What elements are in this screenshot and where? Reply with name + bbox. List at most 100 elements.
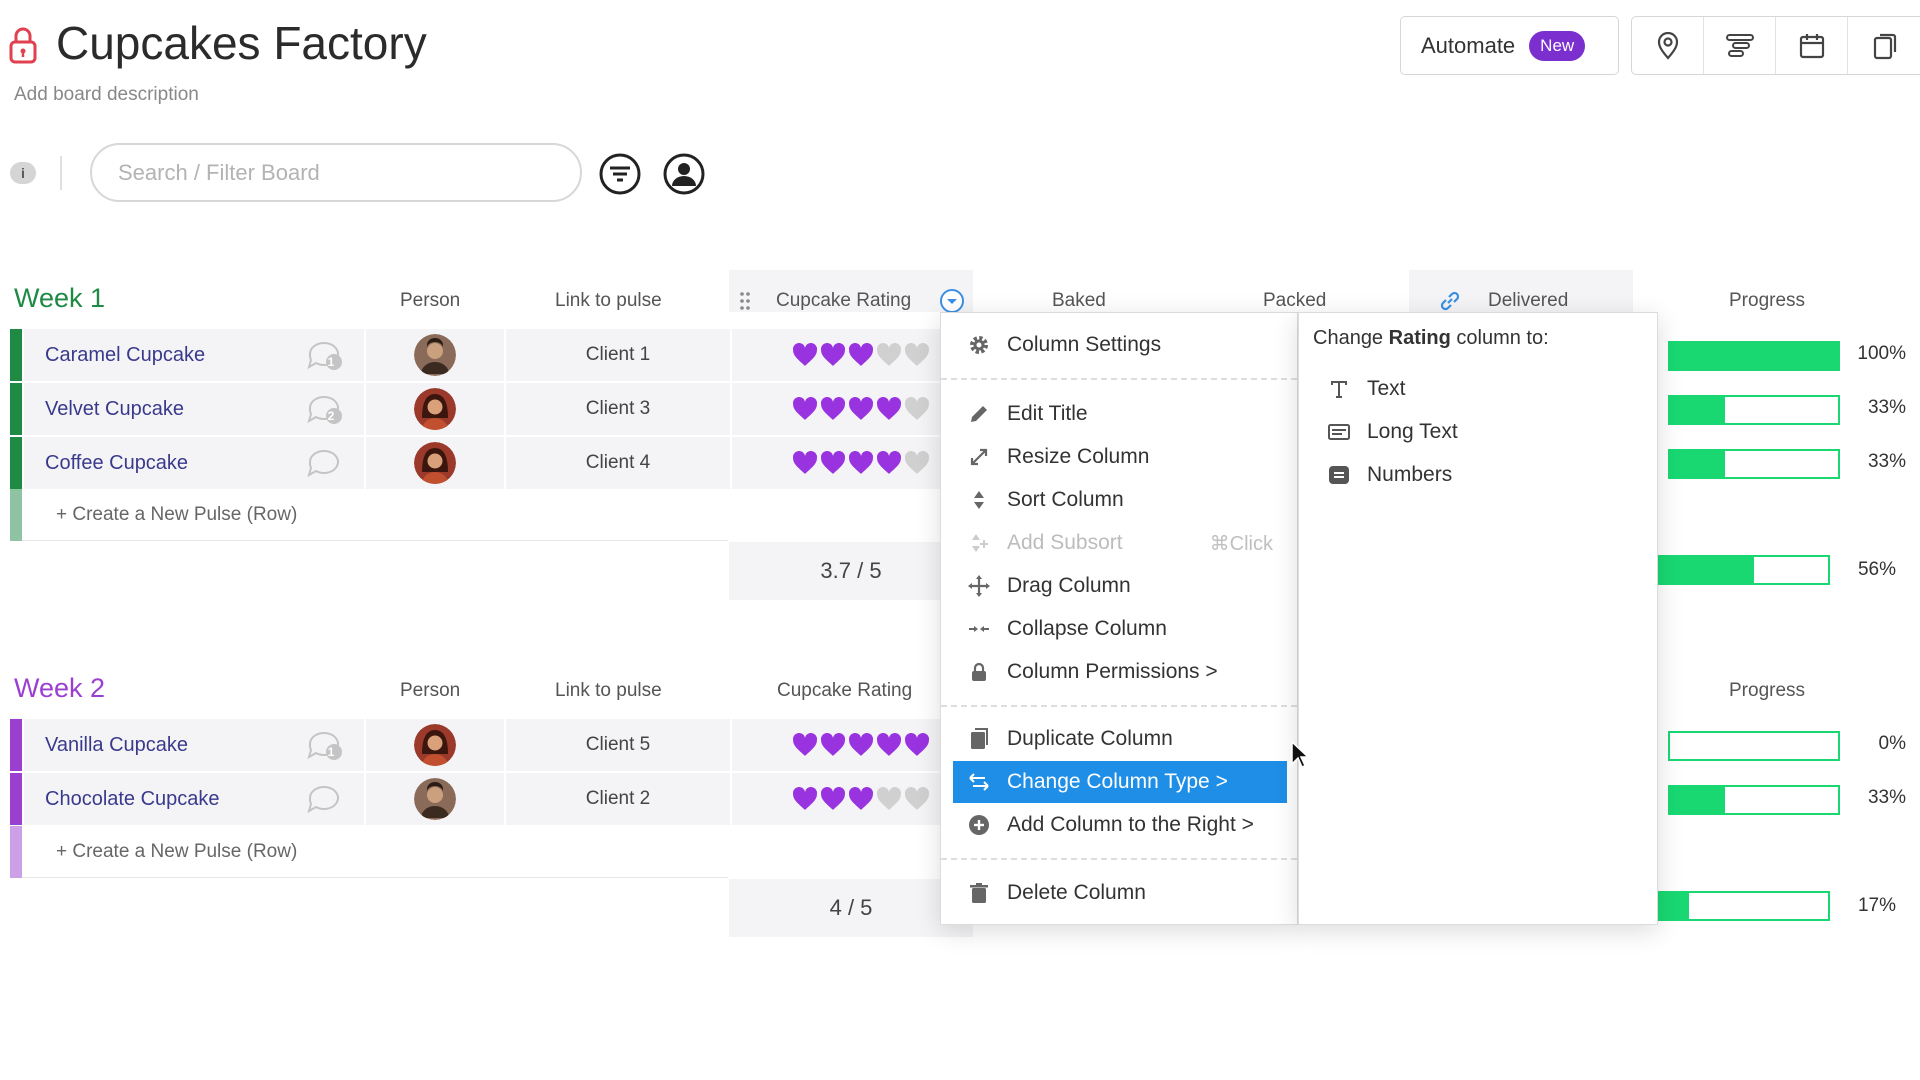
heart-icon[interactable] <box>904 397 930 421</box>
person-cell[interactable] <box>366 329 504 381</box>
pulse-name-cell[interactable]: Velvet Cupcake 2 <box>24 383 364 435</box>
pulse-name-cell[interactable]: Vanilla Cupcake 1 <box>24 719 364 771</box>
create-pulse-row[interactable]: + Create a New Pulse (Row) <box>10 489 730 541</box>
heart-icon[interactable] <box>848 397 874 421</box>
column-header-person[interactable]: Person <box>400 680 460 702</box>
person-cell[interactable] <box>366 437 504 489</box>
updates-bubble-icon[interactable] <box>304 446 344 480</box>
column-header-delivered[interactable]: Delivered <box>1488 290 1568 312</box>
menu-item-resize-column[interactable]: Resize Column <box>953 436 1287 478</box>
board-title[interactable]: Cupcakes Factory <box>56 16 427 70</box>
link-cell[interactable]: Client 3 <box>506 383 730 435</box>
column-header-progress[interactable]: Progress <box>1729 290 1805 312</box>
create-pulse-row[interactable]: + Create a New Pulse (Row) <box>10 826 730 878</box>
heart-icon[interactable] <box>792 343 818 367</box>
board-description[interactable]: Add board description <box>14 84 199 106</box>
link-cell[interactable]: Client 5 <box>506 719 730 771</box>
column-header-person[interactable]: Person <box>400 290 460 312</box>
menu-item-delete-column[interactable]: Delete Column <box>953 872 1287 914</box>
heart-icon[interactable] <box>820 343 846 367</box>
automate-button[interactable]: Automate New <box>1400 16 1619 75</box>
column-header-progress[interactable]: Progress <box>1729 680 1805 702</box>
heart-icon[interactable] <box>820 397 846 421</box>
rating-cell[interactable] <box>732 329 950 381</box>
info-icon[interactable]: i <box>10 162 36 184</box>
pulse-name[interactable]: Chocolate Cupcake <box>45 788 220 811</box>
heart-icon[interactable] <box>904 343 930 367</box>
heart-icon[interactable] <box>792 397 818 421</box>
column-header-link[interactable]: Link to pulse <box>555 680 662 702</box>
column-header-baked[interactable]: Baked <box>1052 290 1106 312</box>
avatar[interactable] <box>414 334 456 376</box>
lock-icon[interactable] <box>8 26 38 64</box>
heart-icon[interactable] <box>792 787 818 811</box>
person-cell[interactable] <box>366 773 504 825</box>
menu-item-change-column-type[interactable]: Change Column Type > <box>953 761 1287 803</box>
calendar-button[interactable] <box>1776 17 1848 74</box>
rating-cell[interactable] <box>732 383 950 435</box>
heart-icon[interactable] <box>820 733 846 757</box>
heart-icon[interactable] <box>876 343 902 367</box>
column-header-rating[interactable]: Cupcake Rating <box>776 290 911 312</box>
person-cell[interactable] <box>366 719 504 771</box>
updates-bubble-icon[interactable] <box>304 782 344 816</box>
heart-icon[interactable] <box>904 451 930 475</box>
avatar[interactable] <box>414 442 456 484</box>
pulse-name-cell[interactable]: Caramel Cupcake 1 <box>24 329 364 381</box>
copy-button[interactable] <box>1848 17 1920 74</box>
heart-icon[interactable] <box>820 787 846 811</box>
rating-cell[interactable] <box>732 773 950 825</box>
heart-icon[interactable] <box>848 733 874 757</box>
heart-icon[interactable] <box>904 733 930 757</box>
heart-icon[interactable] <box>904 787 930 811</box>
filter-icon[interactable] <box>598 152 642 196</box>
menu-item-add-column-right[interactable]: Add Column to the Right > <box>953 804 1287 846</box>
column-header-rating[interactable]: Cupcake Rating <box>777 680 912 702</box>
group-title-week-2[interactable]: Week 2 <box>14 673 105 704</box>
heart-icon[interactable] <box>792 451 818 475</box>
heart-icon[interactable] <box>848 343 874 367</box>
menu-item-column-settings[interactable]: Column Settings <box>953 324 1287 366</box>
menu-item-edit-title[interactable]: Edit Title <box>953 393 1287 435</box>
pulse-name[interactable]: Coffee Cupcake <box>45 452 188 475</box>
heart-icon[interactable] <box>876 733 902 757</box>
group-title-week-1[interactable]: Week 1 <box>14 283 105 314</box>
column-header-link[interactable]: Link to pulse <box>555 290 662 312</box>
heart-icon[interactable] <box>820 451 846 475</box>
heart-icon[interactable] <box>848 787 874 811</box>
person-cell[interactable] <box>366 383 504 435</box>
submenu-item-long-text[interactable]: Long Text <box>1327 420 1458 444</box>
rating-cell[interactable] <box>732 719 950 771</box>
menu-item-column-permissions[interactable]: Column Permissions > <box>953 651 1287 693</box>
menu-item-sort-column[interactable]: Sort Column <box>953 479 1287 521</box>
pulse-name[interactable]: Vanilla Cupcake <box>45 734 188 757</box>
pulse-name[interactable]: Velvet Cupcake <box>45 398 184 421</box>
pulse-name-cell[interactable]: Coffee Cupcake <box>24 437 364 489</box>
heart-icon[interactable] <box>876 397 902 421</box>
timeline-button[interactable] <box>1704 17 1776 74</box>
heart-icon[interactable] <box>876 787 902 811</box>
person-filter-icon[interactable] <box>662 152 706 196</box>
search-input[interactable] <box>90 143 582 202</box>
submenu-item-text[interactable]: Text <box>1327 377 1406 401</box>
pulse-name[interactable]: Caramel Cupcake <box>45 344 205 367</box>
link-cell[interactable]: Client 1 <box>506 329 730 381</box>
heart-icon[interactable] <box>876 451 902 475</box>
menu-item-duplicate-column[interactable]: Duplicate Column <box>953 718 1287 760</box>
heart-icon[interactable] <box>848 451 874 475</box>
map-button[interactable] <box>1632 17 1704 74</box>
column-dropdown-button[interactable] <box>940 289 964 313</box>
heart-icon[interactable] <box>792 733 818 757</box>
rating-cell[interactable] <box>732 437 950 489</box>
drag-handle-icon[interactable] <box>738 290 752 312</box>
column-header-packed[interactable]: Packed <box>1263 290 1326 312</box>
avatar[interactable] <box>414 778 456 820</box>
menu-item-collapse-column[interactable]: Collapse Column <box>953 608 1287 650</box>
link-cell[interactable]: Client 4 <box>506 437 730 489</box>
avatar[interactable] <box>414 724 456 766</box>
avatar[interactable] <box>414 388 456 430</box>
menu-item-drag-column[interactable]: Drag Column <box>953 565 1287 607</box>
link-cell[interactable]: Client 2 <box>506 773 730 825</box>
submenu-item-numbers[interactable]: Numbers <box>1327 463 1452 487</box>
pulse-name-cell[interactable]: Chocolate Cupcake <box>24 773 364 825</box>
